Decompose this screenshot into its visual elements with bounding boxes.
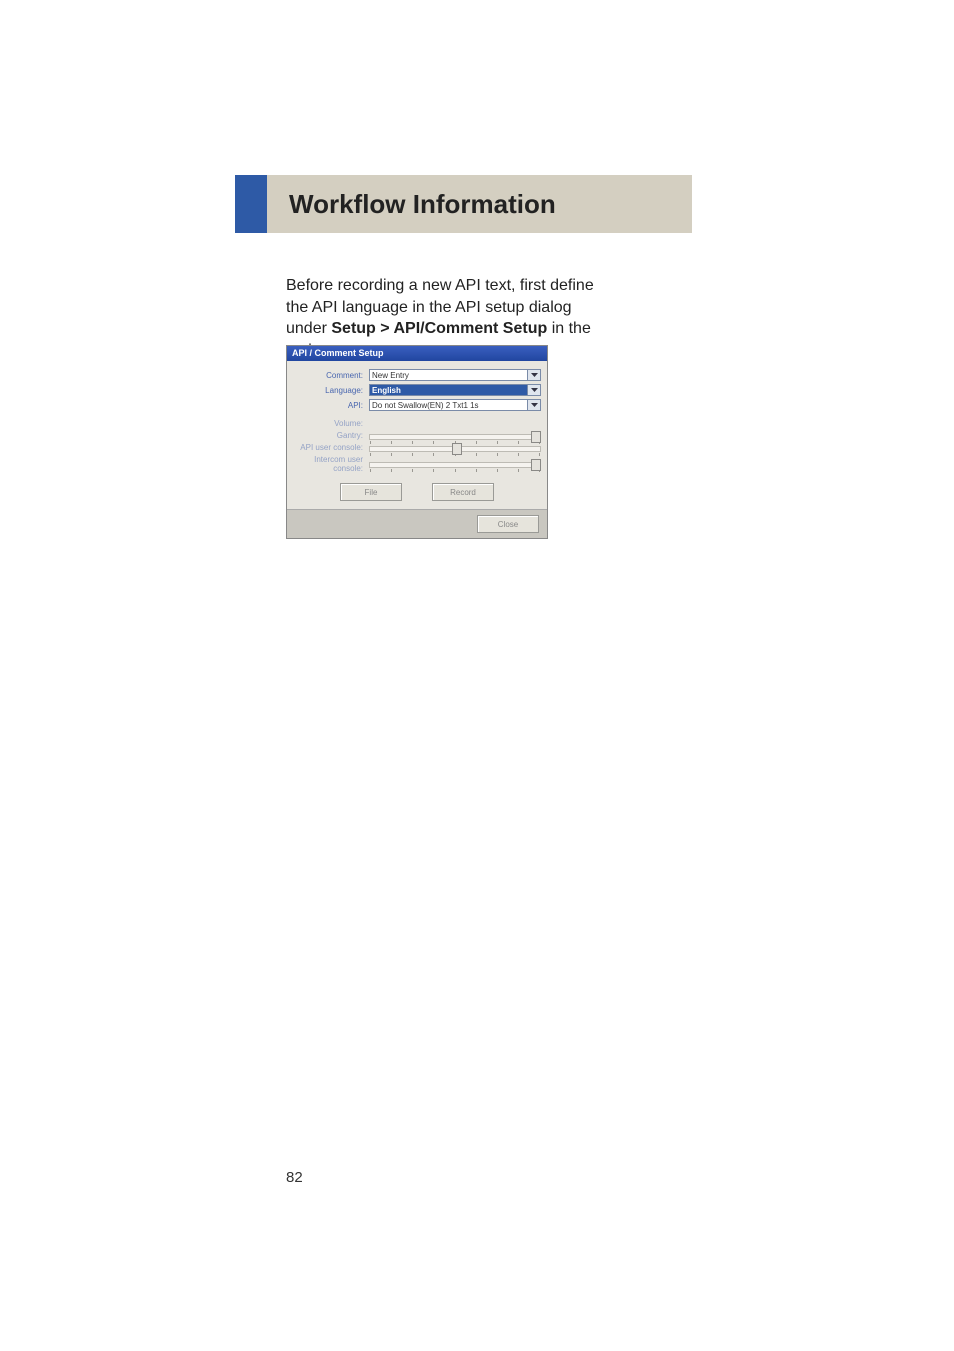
label-gantry: Gantry: [293,431,369,440]
header-accent-block [235,175,267,233]
slider-intercom-user-console[interactable] [369,462,541,468]
header-title: Workflow Information [289,189,556,220]
page-number: 82 [286,1169,303,1186]
dialog-body: Comment: New Entry Language: English API… [287,361,547,509]
file-button[interactable]: File [340,483,402,501]
slider-thumb[interactable] [531,431,541,443]
input-api[interactable]: Do not Swallow(EN) 2 Txt1 1s [369,399,528,411]
row-intercom-user-console: Intercom user console: [293,455,541,473]
para-bold: Setup > API/Comment Setup [331,320,547,337]
row-gantry: Gantry: [293,431,541,440]
header-bar: Workflow Information [235,175,692,233]
label-language: Language: [293,386,369,395]
dropdown-arrow-icon[interactable] [528,369,541,381]
slider-thumb[interactable] [531,459,541,471]
row-api: API: Do not Swallow(EN) 2 Txt1 1s [293,399,541,411]
label-api: API: [293,401,369,410]
label-volume: Volume: [293,419,369,428]
label-intercom-user-console: Intercom user console: [293,455,369,473]
label-api-user-console: API user console: [293,443,369,452]
screenshot-api-comment-setup: API / Comment Setup Comment: New Entry L… [286,345,548,539]
dialog-title-bar: API / Comment Setup [287,346,547,361]
dialog-button-row: File Record [293,483,541,501]
input-language[interactable]: English [369,384,528,396]
slider-thumb[interactable] [452,443,462,455]
dialog-footer: Close [287,509,547,538]
slider-gantry[interactable] [369,434,541,440]
row-language: Language: English [293,384,541,396]
row-comment: Comment: New Entry [293,369,541,381]
dropdown-arrow-icon[interactable] [528,399,541,411]
record-button[interactable]: Record [432,483,494,501]
input-comment[interactable]: New Entry [369,369,528,381]
slider-api-user-console[interactable] [369,446,541,452]
close-button[interactable]: Close [477,515,539,533]
document-page: Workflow Information Before recording a … [0,0,954,1351]
label-comment: Comment: [293,371,369,380]
dropdown-arrow-icon[interactable] [528,384,541,396]
row-volume: Volume: [293,419,541,428]
